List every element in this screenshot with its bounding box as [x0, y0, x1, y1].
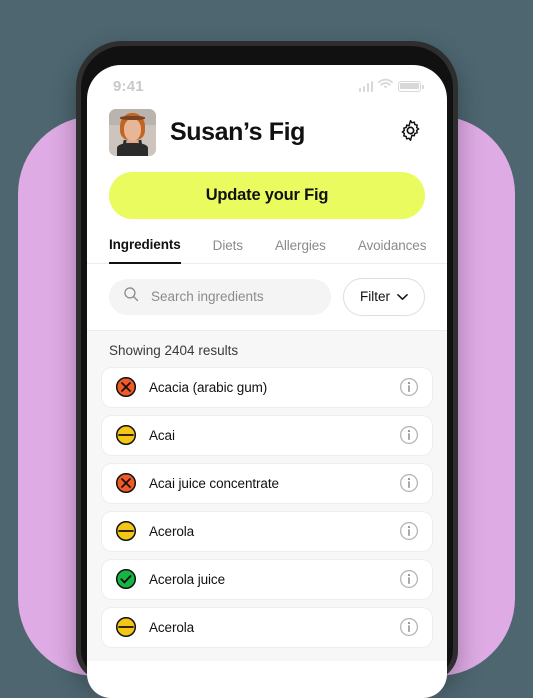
status-bar-icons — [358, 77, 424, 95]
page-title: Susan’s Fig — [170, 118, 305, 146]
ingredient-row[interactable]: Acerola — [101, 606, 433, 648]
ingredient-name: Acerola — [149, 619, 195, 635]
search-row: Filter — [87, 264, 447, 331]
ingredient-name: Acai juice concentrate — [149, 475, 279, 491]
tab-allergies[interactable]: Allergies — [275, 238, 326, 263]
circle-check-icon — [115, 568, 137, 590]
info-icon[interactable] — [399, 377, 419, 397]
circle-minus-icon — [115, 520, 137, 542]
phone-device-frame: 9:41 Susan’s Fig Update your Fig Ingredi… — [76, 41, 458, 698]
ingredient-name: Acerola juice — [149, 571, 225, 587]
battery-icon — [398, 80, 424, 92]
gear-icon — [399, 119, 422, 147]
status-bar: 9:41 — [87, 65, 447, 101]
ingredient-row[interactable]: Acerola — [101, 510, 433, 552]
info-icon[interactable] — [399, 521, 419, 541]
info-icon[interactable] — [399, 569, 419, 589]
update-fig-button[interactable]: Update your Fig — [109, 172, 425, 219]
settings-button[interactable] — [395, 118, 425, 148]
cellular-signal-icon — [358, 80, 373, 92]
tab-avoidances[interactable]: Avoidances — [358, 238, 427, 263]
results-area: Showing 2404 results Acacia (arabic gum)… — [87, 330, 447, 661]
filter-button-label: Filter — [360, 289, 390, 304]
info-icon[interactable] — [399, 617, 419, 637]
tab-diets[interactable]: Diets — [213, 238, 243, 263]
ingredient-row[interactable]: Acerola juice — [101, 558, 433, 600]
info-icon[interactable] — [399, 425, 419, 445]
results-count: Showing 2404 results — [109, 342, 239, 358]
ingredient-list: Acacia (arabic gum) Acai Acai juice concen… — [87, 366, 447, 648]
cta-container: Update your Fig — [87, 156, 447, 219]
circle-minus-icon — [115, 616, 137, 638]
ingredient-name: Acacia (arabic gum) — [149, 379, 268, 395]
status-bar-time: 9:41 — [113, 77, 144, 95]
circle-x-icon — [115, 376, 137, 398]
info-icon[interactable] — [399, 473, 419, 493]
search-input[interactable] — [149, 288, 317, 305]
ingredient-row[interactable]: Acai juice concentrate — [101, 462, 433, 504]
avatar[interactable] — [109, 109, 156, 156]
ingredient-row[interactable]: Acacia (arabic gum) — [101, 366, 433, 408]
ingredient-row[interactable]: Acai — [101, 414, 433, 456]
tab-ingredients[interactable]: Ingredients — [109, 237, 181, 264]
wifi-icon — [378, 77, 393, 95]
ingredient-name: Acerola — [149, 523, 195, 539]
search-icon — [123, 286, 139, 307]
filter-button[interactable]: Filter — [343, 277, 425, 316]
circle-minus-icon — [115, 424, 137, 446]
tab-bar: Ingredients Diets Allergies Avoidances — [87, 219, 447, 264]
search-box[interactable] — [109, 278, 331, 315]
ingredient-name: Acai — [149, 427, 175, 443]
circle-x-icon — [115, 472, 137, 494]
chevron-down-icon — [397, 289, 408, 304]
app-header: Susan’s Fig — [87, 101, 447, 156]
phone-screen: 9:41 Susan’s Fig Update your Fig Ingredi… — [87, 65, 447, 698]
